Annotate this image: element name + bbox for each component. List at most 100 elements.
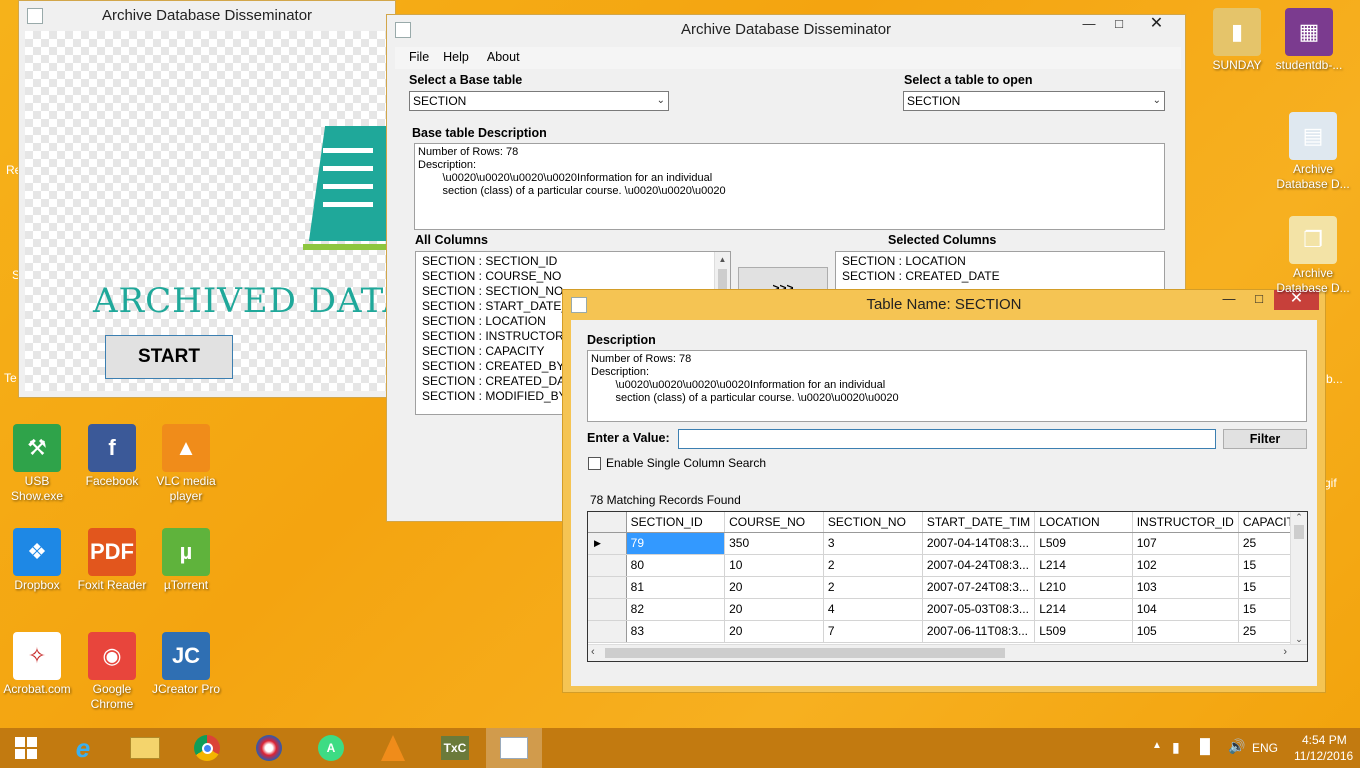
description-textbox[interactable]: Number of Rows: 78 Description: \u0020\u…: [414, 143, 1165, 230]
table-window[interactable]: Table Name: SECTION — □ ✕ Description Nu…: [562, 289, 1326, 693]
desktop-icon[interactable]: ▮ SUNDAY: [1200, 8, 1274, 73]
desktop-icon[interactable]: µ µTorrent: [149, 528, 223, 593]
table-row[interactable]: 83 20 7 2007-06-11T08:3... L509 105 25: [588, 620, 1307, 643]
language-indicator[interactable]: ENG: [1252, 741, 1278, 755]
row-header[interactable]: [588, 554, 627, 577]
column-header[interactable]: SECTION_NO: [823, 512, 923, 533]
table-row[interactable]: ▶ 79 350 3 2007-04-14T08:3... L509 107 25: [588, 532, 1307, 555]
horizontal-scrollbar[interactable]: ‹ ›: [588, 644, 1307, 661]
battery-icon[interactable]: ▮: [1172, 739, 1180, 756]
records-grid[interactable]: SECTION_ID COURSE_NO SECTION_NO START_DATE_…: [587, 511, 1308, 662]
desktop-icon[interactable]: f Facebook: [75, 424, 149, 489]
splash-window[interactable]: Archive Database Disseminator ARCHIVED D…: [18, 0, 396, 398]
close-button[interactable]: ✕: [1134, 15, 1179, 35]
table-cell[interactable]: 104: [1132, 598, 1239, 621]
filter-button[interactable]: Filter: [1223, 429, 1307, 449]
table-cell[interactable]: L210: [1034, 576, 1133, 599]
selected-column-item[interactable]: SECTION : CREATED_DATE: [842, 269, 1158, 284]
archive-app-task-icon[interactable]: [486, 728, 542, 768]
main-titlebar[interactable]: Archive Database Disseminator — □ ✕: [387, 15, 1185, 45]
vlc-icon[interactable]: [362, 728, 424, 768]
row-header[interactable]: [588, 576, 627, 599]
table-row[interactable]: 81 20 2 2007-07-24T08:3... L210 103 15: [588, 576, 1307, 599]
maximize-button[interactable]: □: [1244, 290, 1274, 310]
desktop-icon[interactable]: ⚒ USB Show.exe: [0, 424, 74, 504]
table-cell[interactable]: 10: [724, 554, 824, 577]
internet-explorer-icon[interactable]: e: [52, 728, 114, 768]
menu-file[interactable]: File: [395, 47, 443, 69]
column-list-item[interactable]: SECTION : SECTION_ID: [422, 254, 724, 269]
desktop-icon[interactable]: ◉ Google Chrome: [75, 632, 149, 712]
table-cell[interactable]: 4: [823, 598, 923, 621]
desktop-icon[interactable]: ❖ Dropbox: [0, 528, 74, 593]
table-row[interactable]: 80 10 2 2007-04-24T08:3... L214 102 15: [588, 554, 1307, 577]
open-table-select[interactable]: SECTION ⌄: [903, 91, 1165, 111]
table-description-textbox[interactable]: Number of Rows: 78 Description: \u0020\u…: [587, 350, 1307, 422]
menu-help[interactable]: Help: [443, 47, 478, 69]
start-windows-icon[interactable]: [0, 728, 52, 768]
chrome-icon[interactable]: [176, 728, 238, 768]
single-column-checkbox[interactable]: [588, 457, 601, 470]
desktop-icon[interactable]: ▦ studentdb-...: [1272, 8, 1346, 73]
table-cell[interactable]: 83: [626, 620, 726, 643]
clock-date[interactable]: 11/12/2016: [1294, 749, 1353, 763]
table-cell[interactable]: 102: [1132, 554, 1239, 577]
maximize-button[interactable]: □: [1104, 15, 1134, 35]
table-cell[interactable]: 82: [626, 598, 726, 621]
table-cell[interactable]: 2: [823, 576, 923, 599]
table-cell[interactable]: 2: [823, 554, 923, 577]
table-cell[interactable]: 2007-07-24T08:3...: [922, 576, 1036, 599]
table-cell[interactable]: 2007-04-14T08:3...: [922, 532, 1036, 555]
table-cell[interactable]: 7: [823, 620, 923, 643]
show-hidden-icons-icon[interactable]: ▲: [1152, 740, 1162, 751]
column-list-item[interactable]: SECTION : COURSE_NO: [422, 269, 724, 284]
table-cell[interactable]: 3: [823, 532, 923, 555]
scroll-right-icon[interactable]: ›: [1283, 646, 1287, 658]
table-cell[interactable]: L214: [1034, 554, 1133, 577]
volume-icon[interactable]: 🔊: [1228, 738, 1245, 755]
table-cell[interactable]: 20: [724, 620, 824, 643]
scroll-left-icon[interactable]: ‹: [591, 646, 595, 658]
row-header[interactable]: [588, 598, 627, 621]
desktop-icon[interactable]: PDF Foxit Reader: [75, 528, 149, 593]
table-cell[interactable]: L214: [1034, 598, 1133, 621]
column-header[interactable]: LOCATION: [1034, 512, 1133, 533]
network-icon[interactable]: █: [1200, 738, 1210, 754]
desktop-icon[interactable]: ▲ VLC media player: [149, 424, 223, 504]
scroll-up-icon[interactable]: ⌃: [1291, 512, 1307, 523]
table-cell[interactable]: 20: [724, 598, 824, 621]
search-value-input[interactable]: [678, 429, 1216, 449]
start-button[interactable]: START: [105, 335, 233, 379]
minimize-button[interactable]: —: [1074, 15, 1104, 35]
column-header[interactable]: INSTRUCTOR_ID: [1132, 512, 1239, 533]
selected-column-item[interactable]: SECTION : LOCATION: [842, 254, 1158, 269]
desktop-icon[interactable]: ▤ Archive Database D...: [1276, 112, 1350, 192]
textpad-icon[interactable]: TxC: [424, 728, 486, 768]
table-cell[interactable]: 2007-05-03T08:3...: [922, 598, 1036, 621]
table-cell[interactable]: 107: [1132, 532, 1239, 555]
table-row[interactable]: 82 20 4 2007-05-03T08:3... L214 104 15: [588, 598, 1307, 621]
table-cell[interactable]: 350: [724, 532, 824, 555]
clock-time[interactable]: 4:54 PM: [1302, 733, 1347, 747]
column-header[interactable]: SECTION_ID: [626, 512, 726, 533]
app-swirl-icon[interactable]: [238, 728, 300, 768]
file-explorer-icon[interactable]: [114, 728, 176, 768]
row-header[interactable]: ▶: [588, 532, 627, 555]
table-cell[interactable]: L509: [1034, 532, 1133, 555]
android-studio-icon[interactable]: A: [300, 728, 362, 768]
base-table-select[interactable]: SECTION ⌄: [409, 91, 669, 111]
table-cell[interactable]: 105: [1132, 620, 1239, 643]
desktop-icon[interactable]: ✧ Acrobat.com: [0, 632, 74, 697]
vertical-scrollbar[interactable]: ⌃ ⌄: [1290, 512, 1307, 645]
desktop-icon[interactable]: JC JCreator Pro: [149, 632, 223, 697]
table-cell[interactable]: L509: [1034, 620, 1133, 643]
table-cell[interactable]: 103: [1132, 576, 1239, 599]
minimize-button[interactable]: —: [1214, 290, 1244, 310]
single-column-label[interactable]: Enable Single Column Search: [606, 456, 766, 470]
table-cell[interactable]: 2007-04-24T08:3...: [922, 554, 1036, 577]
table-cell[interactable]: 20: [724, 576, 824, 599]
splash-titlebar[interactable]: Archive Database Disseminator: [19, 1, 395, 31]
column-header[interactable]: START_DATE_TIM: [922, 512, 1036, 533]
table-cell[interactable]: 81: [626, 576, 726, 599]
menu-about[interactable]: About: [478, 47, 520, 69]
